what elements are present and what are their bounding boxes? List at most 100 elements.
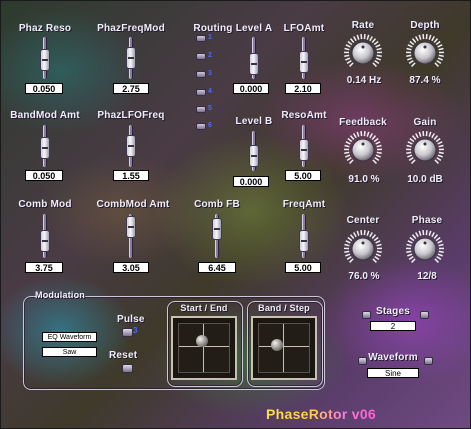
bandmod-amt-value[interactable]: 0.050 (25, 170, 63, 181)
routing-radio-6[interactable] (196, 123, 206, 130)
pulse-button[interactable] (122, 328, 133, 337)
phaz-reso-value[interactable]: 0.050 (25, 83, 63, 94)
reset-button[interactable] (122, 364, 133, 373)
gain-label: Gain (413, 117, 437, 128)
rate-knob-graphic (343, 34, 383, 67)
phaz-reso-slider[interactable] (40, 37, 50, 79)
combmod-amt-label: CombMod Amt (96, 199, 170, 210)
reso-amt-value[interactable]: 5.00 (285, 170, 321, 181)
phaz-lfo-freq-slider[interactable] (126, 125, 136, 167)
stages-value[interactable]: 2 (370, 321, 416, 331)
waveform-select[interactable]: Sine (367, 368, 419, 378)
pulse-label: Pulse (117, 314, 145, 325)
freq-amt-slider[interactable] (299, 214, 309, 258)
phase-value: 12/8 (417, 271, 437, 282)
reset-label: Reset (109, 350, 138, 361)
start-end-xy-pad[interactable] (171, 316, 237, 380)
routing-radio-5[interactable] (196, 106, 206, 113)
comb-fb-value[interactable]: 6.45 (198, 262, 236, 273)
phaz-reso-thumb[interactable] (40, 49, 50, 71)
level-a-label: Level A (235, 23, 273, 34)
level-b-thumb[interactable] (249, 145, 259, 167)
center-label: Center (346, 215, 380, 226)
combmod-amt-value[interactable]: 3.05 (113, 262, 149, 273)
start-end-handle[interactable] (196, 335, 208, 347)
phaz-lfo-freq-label: PhazLFOFreq (97, 110, 165, 121)
bandmod-amt-slider[interactable] (40, 125, 50, 167)
band-step-crosshair-v (283, 324, 284, 372)
phase-knob[interactable] (405, 229, 445, 269)
stages-increment-button[interactable] (420, 311, 429, 319)
level-b-value[interactable]: 0.000 (233, 176, 269, 187)
depth-knob[interactable] (405, 33, 445, 73)
waveform-prev-button[interactable] (358, 357, 367, 365)
level-b-label: Level B (235, 116, 273, 127)
routing-digit-3: 3 (208, 70, 212, 77)
routing-radio-1[interactable] (196, 35, 206, 42)
rate-knob[interactable] (343, 33, 383, 73)
pulse-value: 3 (133, 326, 138, 335)
phaz-freq-mod-value[interactable]: 2.75 (113, 83, 149, 94)
comb-fb-slider[interactable] (212, 214, 222, 258)
depth-label: Depth (410, 20, 440, 31)
level-a-thumb[interactable] (249, 53, 259, 75)
center-knob[interactable] (343, 229, 383, 269)
app-title: PhaseRotor v06 (266, 406, 377, 422)
level-a-value[interactable]: 0.000 (233, 83, 269, 94)
comb-fb-thumb[interactable] (212, 218, 222, 240)
level-b-slider[interactable] (249, 131, 259, 171)
depth-value: 87.4 % (409, 75, 441, 86)
phaz-freq-mod-thumb[interactable] (126, 47, 136, 69)
routing-radio-3[interactable] (196, 71, 206, 78)
start-end-pad-surface (178, 323, 230, 373)
comb-fb-label: Comb FB (194, 199, 240, 210)
phaz-freq-mod-slider[interactable] (126, 37, 136, 79)
gain-knob[interactable] (405, 130, 445, 170)
feedback-label: Feedback (339, 117, 387, 128)
lfo-amt-thumb[interactable] (299, 51, 309, 73)
phaz-freq-mod-label: PhazFreqMod (97, 23, 165, 34)
routing-digit-6: 6 (208, 122, 212, 129)
bandmod-amt-thumb[interactable] (40, 137, 50, 159)
routing-radio-2[interactable] (196, 53, 206, 60)
lfo-waveform-select[interactable]: EQ Waveform (42, 332, 97, 342)
phaz-lfo-freq-value[interactable]: 1.55 (113, 170, 149, 181)
freq-amt-value[interactable]: 5.00 (285, 262, 321, 273)
feedback-knob-graphic (343, 131, 383, 164)
waveform-next-button[interactable] (424, 357, 433, 365)
freq-amt-thumb[interactable] (299, 230, 309, 252)
lfo-amt-value[interactable]: 2.10 (285, 83, 321, 94)
comb-mod-thumb[interactable] (40, 230, 50, 252)
combmod-amt-thumb[interactable] (126, 216, 136, 238)
rate-value: 0.14 Hz (346, 75, 382, 86)
comb-mod-value[interactable]: 3.75 (25, 262, 63, 273)
bandmod-amt-label: BandMod Amt (10, 110, 80, 121)
routing-digit-2: 2 (208, 52, 212, 59)
center-knob-graphic (343, 230, 383, 263)
feedback-knob[interactable] (343, 130, 383, 170)
gain-knob-graphic (405, 131, 445, 164)
stages-label: Stages (376, 306, 410, 317)
lfo-amt-label: LFOAmt (283, 23, 325, 34)
band-step-handle[interactable] (271, 339, 283, 351)
reso-amt-label: ResoAmt (281, 110, 327, 121)
lfo-shape-select[interactable]: Saw (42, 347, 97, 357)
stages-decrement-button[interactable] (362, 311, 371, 319)
phase-label: Phase (411, 215, 443, 226)
routing-radio-4[interactable] (196, 89, 206, 96)
comb-mod-slider[interactable] (40, 214, 50, 258)
routing-digit-1: 1 (208, 34, 212, 41)
reso-amt-slider[interactable] (299, 125, 309, 167)
rate-label: Rate (351, 20, 375, 31)
depth-knob-graphic (405, 34, 445, 67)
band-step-pad-surface (258, 323, 310, 373)
reso-amt-thumb[interactable] (299, 139, 309, 161)
lfo-amt-slider[interactable] (299, 37, 309, 79)
level-a-slider[interactable] (249, 37, 259, 79)
phaz-lfo-freq-thumb[interactable] (126, 135, 136, 157)
combmod-amt-slider[interactable] (126, 214, 136, 258)
waveform-label: Waveform (368, 352, 418, 363)
start-end-label: Start / End (180, 303, 228, 313)
start-end-crosshair-v (203, 324, 204, 372)
band-step-xy-pad[interactable] (251, 316, 317, 380)
